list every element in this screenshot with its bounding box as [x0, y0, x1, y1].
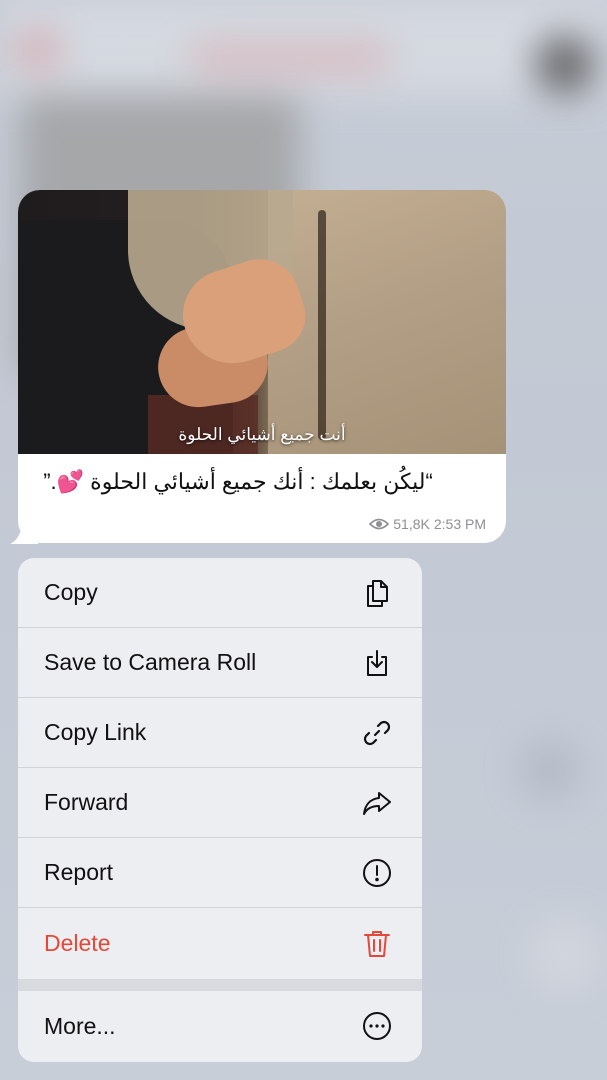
menu-item-copy-link[interactable]: Copy Link [18, 698, 422, 768]
message-media[interactable]: أنت جميع أشيائي الحلوة [18, 190, 506, 454]
trash-icon [360, 926, 394, 960]
menu-item-save-to-camera-roll[interactable]: Save to Camera Roll [18, 628, 422, 698]
menu-item-label: Copy [44, 579, 98, 605]
message-meta: 51,8K 2:53 PM [369, 516, 486, 532]
menu-item-label: Report [44, 859, 114, 885]
message-bubble[interactable]: أنت جميع أشيائي الحلوة “ليكُن بعلمك : أن… [18, 190, 506, 543]
menu-item-forward[interactable]: Forward [18, 768, 422, 838]
copy-icon [360, 576, 394, 610]
menu-item-label: Copy Link [44, 719, 147, 745]
context-menu: Copy Save to Camera Roll Copy Link Forwa… [18, 558, 422, 1062]
media-caption: أنت جميع أشيائي الحلوة [178, 425, 346, 444]
eye-icon [369, 518, 390, 530]
report-icon [360, 856, 394, 890]
forward-icon [360, 786, 394, 820]
message-time: 2:53 PM [433, 516, 486, 532]
menu-item-more[interactable]: More... [18, 991, 422, 1061]
more-icon [360, 1009, 394, 1043]
download-icon [360, 646, 394, 680]
menu-item-copy[interactable]: Copy [18, 558, 422, 628]
link-icon [360, 716, 394, 750]
menu-item-label: Save to Camera Roll [44, 649, 257, 675]
message-text: “ليكُن بعلمك : أنك جميع أشيائي الحلوة 💕.… [43, 469, 433, 494]
menu-item-label: Forward [44, 789, 129, 815]
menu-item-report[interactable]: Report [18, 838, 422, 908]
menu-separator [18, 979, 422, 991]
menu-item-delete[interactable]: Delete [18, 908, 422, 978]
menu-item-label: More... [44, 1012, 116, 1039]
view-count: 51,8K [393, 516, 430, 532]
menu-item-label: Delete [44, 929, 111, 956]
